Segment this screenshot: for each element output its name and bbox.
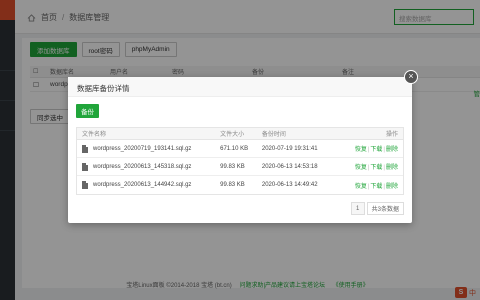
action-separator: | — [383, 183, 385, 190]
page-number[interactable]: 1 — [350, 202, 365, 215]
delete-link[interactable]: 删除 — [386, 165, 398, 171]
backup-detail-dialog: 数据库备份详情 × 备份 文件名称 文件大小 备份时间 操作 wordpress… — [68, 70, 418, 223]
file-size: 671.10 KB — [220, 145, 249, 152]
file-icon — [82, 144, 88, 153]
file-icon — [82, 181, 88, 189]
column-header-name: 文件名称 — [82, 132, 107, 138]
delete-link[interactable]: 删除 — [386, 184, 398, 190]
row-actions: 恢复|下载|删除 — [337, 162, 403, 171]
download-link[interactable]: 下载 — [370, 184, 382, 190]
row-actions: 恢复|下载|删除 — [337, 181, 403, 190]
total-count: 共3条数据 — [366, 202, 404, 215]
file-size: 99.83 KB — [220, 182, 245, 188]
file-name-cell: wordpress_20200719_193141.sql.gz — [77, 144, 220, 153]
backup-time: 2020-07-19 19:31:41 — [261, 145, 318, 152]
row-actions: 恢复|下载|删除 — [337, 144, 403, 153]
backup-time: 2020-06-13 14:53:18 — [261, 163, 318, 170]
delete-link[interactable]: 删除 — [386, 147, 398, 153]
file-size: 99.83 KB — [220, 163, 245, 170]
download-link[interactable]: 下载 — [370, 165, 382, 171]
file-name: wordpress_20200613_144942.sql.gz — [93, 182, 192, 188]
file-name-cell: wordpress_20200613_145318.sql.gz — [77, 162, 220, 171]
column-header-size: 文件大小 — [220, 132, 245, 138]
pagination: 1 共3条数据 — [350, 202, 404, 215]
column-header-ops: 操作 — [385, 132, 398, 138]
action-separator: | — [383, 147, 385, 153]
restore-link[interactable]: 恢复 — [355, 147, 367, 153]
file-name-cell: wordpress_20200613_144942.sql.gz — [77, 181, 220, 189]
dialog-title: 数据库备份详情 — [68, 77, 412, 97]
table-row: wordpress_20200719_193141.sql.gz 671.10 … — [77, 140, 403, 158]
table-row: wordpress_20200613_144942.sql.gz 99.83 K… — [77, 176, 403, 194]
action-separator: | — [383, 165, 385, 171]
column-header-time: 备份时间 — [261, 132, 286, 138]
close-icon[interactable]: × — [404, 70, 418, 84]
download-link[interactable]: 下载 — [370, 147, 382, 153]
file-icon — [82, 162, 88, 171]
table-header: 文件名称 文件大小 备份时间 操作 — [77, 128, 403, 140]
file-name: wordpress_20200719_193141.sql.gz — [93, 145, 192, 152]
table-row: wordpress_20200613_145318.sql.gz 99.83 K… — [77, 158, 403, 176]
file-name: wordpress_20200613_145318.sql.gz — [93, 163, 192, 170]
backup-button[interactable]: 备份 — [76, 104, 99, 118]
restore-link[interactable]: 恢复 — [355, 165, 367, 171]
backup-time: 2020-06-13 14:49:42 — [261, 182, 318, 188]
backup-table: 文件名称 文件大小 备份时间 操作 wordpress_20200719_193… — [76, 127, 404, 195]
restore-link[interactable]: 恢复 — [355, 184, 367, 190]
